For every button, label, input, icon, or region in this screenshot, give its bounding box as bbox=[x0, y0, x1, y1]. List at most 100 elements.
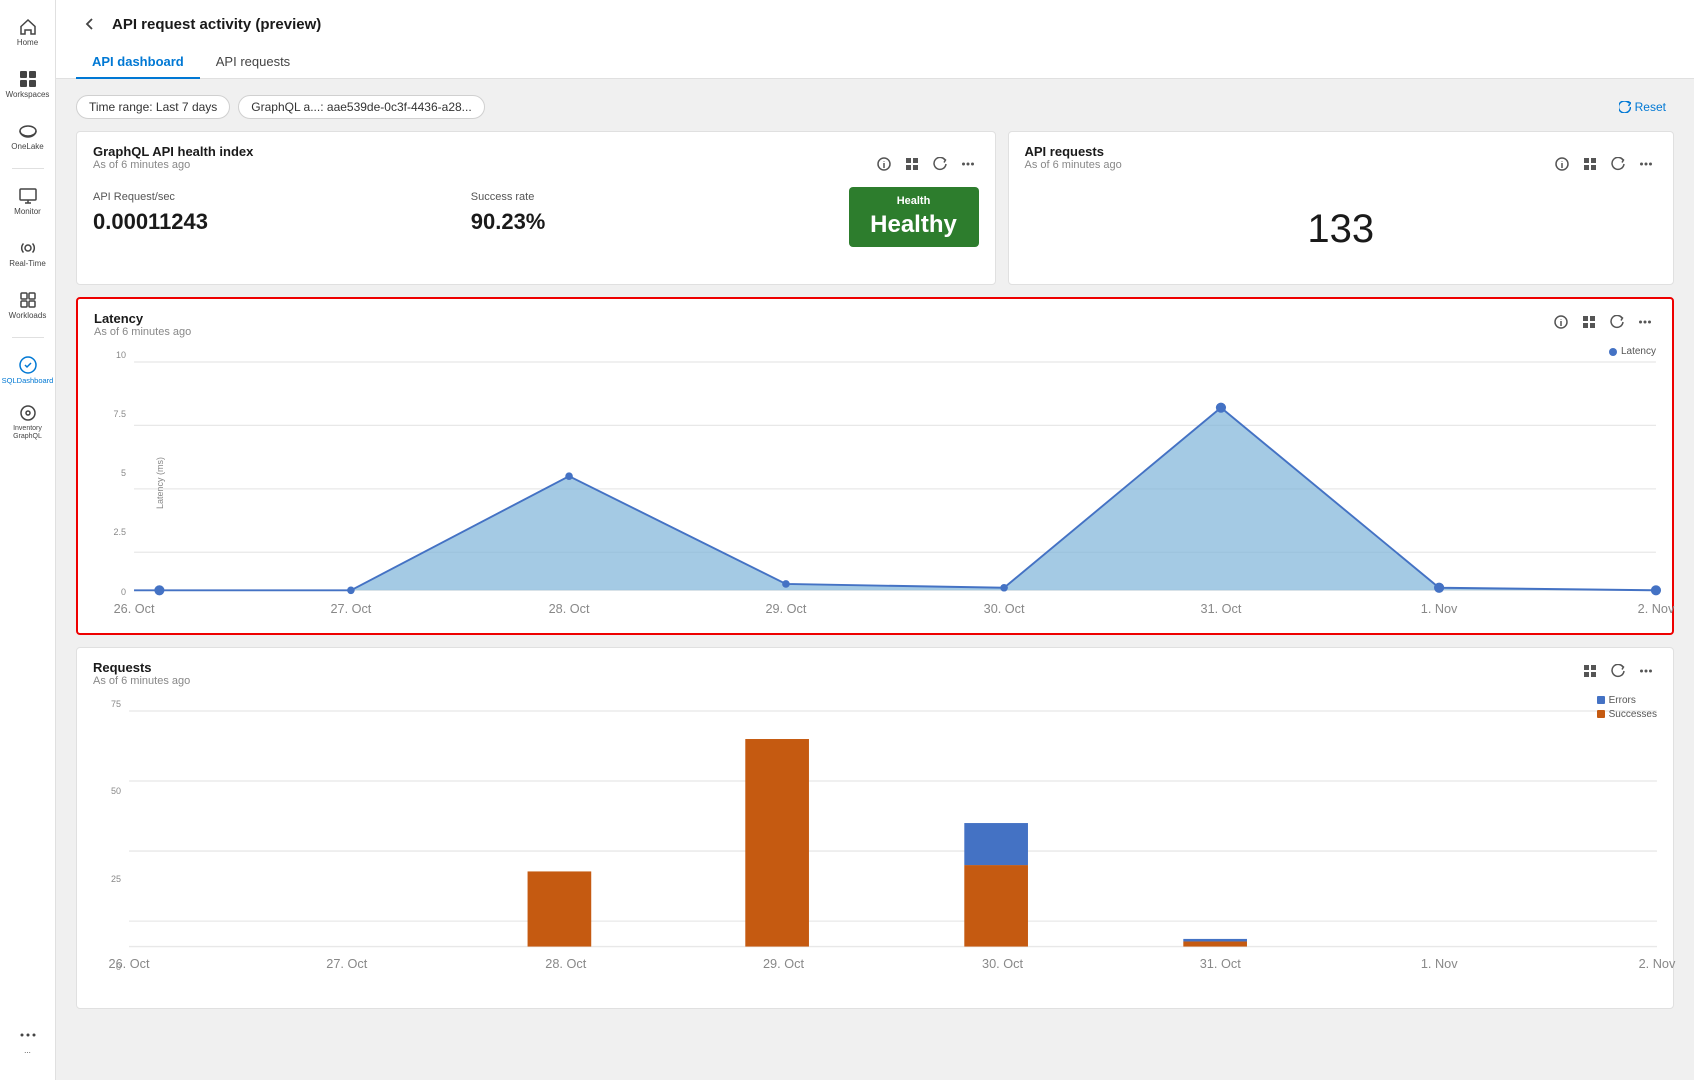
requests-svg-chart: 26. Oct 27. Oct 28. Oct 29. Oct 30. Oct … bbox=[129, 711, 1657, 991]
bar-29oct-successes bbox=[745, 739, 809, 947]
req-y-50: 50 bbox=[111, 786, 121, 796]
latency-svg-chart: 26. Oct 27. Oct 28. Oct 29. Oct 30. Oct … bbox=[134, 362, 1656, 616]
sidebar-item-realtime[interactable]: Real-Time bbox=[4, 229, 52, 277]
api-requests-title-group: API requests As of 6 minutes ago bbox=[1025, 144, 1122, 183]
metric-success-rate: Success rate 90.23% bbox=[471, 187, 849, 247]
health-card-title: GraphQL API health index bbox=[93, 144, 253, 159]
tab-api-requests[interactable]: API requests bbox=[200, 46, 306, 79]
req-y-75: 75 bbox=[111, 699, 121, 709]
latency-chart-wrap: 10 7.5 5 2.5 0 Latency bbox=[94, 346, 1656, 621]
tab-api-dashboard[interactable]: API dashboard bbox=[76, 46, 200, 79]
requests-grid-button[interactable] bbox=[1579, 660, 1601, 682]
requests-chart-wrap: 75 50 25 0 Errors Successes bbox=[93, 695, 1657, 996]
latency-refresh-button[interactable] bbox=[1606, 311, 1628, 333]
bar-30oct-errors bbox=[964, 823, 1028, 865]
latency-chart-inner: Latency bbox=[126, 346, 1656, 621]
api-refresh-button[interactable] bbox=[1607, 153, 1629, 175]
api-requests-card: API requests As of 6 minutes ago bbox=[1008, 131, 1675, 285]
requests-legend: Errors Successes bbox=[1597, 695, 1657, 720]
sidebar-item-more[interactable]: ... bbox=[4, 1016, 52, 1064]
svg-text:1. Nov: 1. Nov bbox=[1421, 956, 1458, 971]
health-card-header: GraphQL API health index As of 6 minutes… bbox=[93, 144, 979, 183]
requests-legend-errors: Errors bbox=[1597, 695, 1657, 706]
svg-text:29. Oct: 29. Oct bbox=[763, 956, 804, 971]
requests-chart-header: Requests As of 6 minutes ago bbox=[93, 660, 1657, 687]
health-badge: Health Healthy bbox=[849, 187, 979, 247]
latency-title-group: Latency As of 6 minutes ago bbox=[94, 311, 191, 338]
latency-legend-dot bbox=[1609, 348, 1617, 356]
bar-28oct-successes bbox=[528, 871, 592, 946]
requests-legend-successes: Successes bbox=[1597, 709, 1657, 720]
requests-title-group: Requests As of 6 minutes ago bbox=[93, 660, 190, 687]
svg-text:26. Oct: 26. Oct bbox=[114, 602, 155, 616]
reset-button[interactable]: Reset bbox=[1611, 96, 1674, 118]
latency-more-button[interactable] bbox=[1634, 311, 1656, 333]
latency-info-button[interactable] bbox=[1550, 311, 1572, 333]
sidebar: Home Workspaces OneLake Monitor Real-Tim… bbox=[0, 0, 56, 1080]
content-area: Time range: Last 7 days GraphQL a...: aa… bbox=[56, 79, 1694, 1080]
requests-more-button[interactable] bbox=[1635, 660, 1657, 682]
sidebar-item-home[interactable]: Home bbox=[4, 8, 52, 56]
health-refresh-button[interactable] bbox=[929, 153, 951, 175]
cards-row: GraphQL API health index As of 6 minutes… bbox=[76, 131, 1674, 285]
api-info-button[interactable] bbox=[1551, 153, 1573, 175]
sidebar-item-inventorygraphql[interactable]: Inventory GraphQL bbox=[4, 398, 52, 446]
api-requests-value: 133 bbox=[1025, 187, 1658, 272]
y-tick-25: 2.5 bbox=[113, 527, 126, 537]
health-card-actions bbox=[873, 153, 979, 175]
bar-31oct-successes bbox=[1183, 941, 1247, 946]
api-requests-subtitle: As of 6 minutes ago bbox=[1025, 159, 1122, 171]
requests-chart-actions bbox=[1579, 660, 1657, 682]
errors-legend-square bbox=[1597, 696, 1605, 704]
sidebar-item-onelake[interactable]: OneLake bbox=[4, 112, 52, 160]
filter-bar: Time range: Last 7 days GraphQL a...: aa… bbox=[76, 95, 1674, 119]
graphql-filter[interactable]: GraphQL a...: aae539de-0c3f-4436-a28... bbox=[238, 95, 484, 119]
api-more-button[interactable] bbox=[1635, 153, 1657, 175]
page-title: API request activity (preview) bbox=[112, 16, 321, 33]
time-range-filter[interactable]: Time range: Last 7 days bbox=[76, 95, 230, 119]
svg-text:1. Nov: 1. Nov bbox=[1421, 602, 1458, 616]
bar-31oct-errors bbox=[1183, 939, 1247, 942]
sidebar-item-sqldashboard[interactable]: SQLDashboard bbox=[4, 346, 52, 394]
main-content: API request activity (preview) API dashb… bbox=[56, 0, 1694, 1080]
req-y-25: 25 bbox=[111, 874, 121, 884]
health-index-card: GraphQL API health index As of 6 minutes… bbox=[76, 131, 996, 285]
sidebar-divider-1 bbox=[12, 168, 44, 169]
requests-refresh-button[interactable] bbox=[1607, 660, 1629, 682]
requests-chart-inner: Errors Successes bbox=[121, 695, 1657, 996]
latency-chart-actions bbox=[1550, 311, 1656, 333]
svg-text:27. Oct: 27. Oct bbox=[326, 956, 367, 971]
health-grid-button[interactable] bbox=[901, 153, 923, 175]
svg-text:28. Oct: 28. Oct bbox=[545, 956, 586, 971]
health-card-title-group: GraphQL API health index As of 6 minutes… bbox=[93, 144, 253, 183]
api-requests-card-header: API requests As of 6 minutes ago bbox=[1025, 144, 1658, 183]
requests-chart-panel: Requests As of 6 minutes ago bbox=[76, 647, 1674, 1009]
svg-text:28. Oct: 28. Oct bbox=[549, 602, 590, 616]
svg-text:31. Oct: 31. Oct bbox=[1201, 602, 1242, 616]
topbar: API request activity (preview) API dashb… bbox=[56, 0, 1694, 79]
tabs: API dashboard API requests bbox=[76, 46, 1674, 78]
health-more-button[interactable] bbox=[957, 153, 979, 175]
latency-chart-header: Latency As of 6 minutes ago bbox=[94, 311, 1656, 338]
svg-text:30. Oct: 30. Oct bbox=[982, 956, 1023, 971]
api-requests-title: API requests bbox=[1025, 144, 1122, 159]
health-card-subtitle: As of 6 minutes ago bbox=[93, 159, 253, 171]
api-grid-button[interactable] bbox=[1579, 153, 1601, 175]
sidebar-item-monitor[interactable]: Monitor bbox=[4, 177, 52, 225]
y-tick-10: 10 bbox=[116, 350, 126, 360]
latency-chart-panel: Latency As of 6 minutes ago bbox=[76, 297, 1674, 635]
sidebar-item-workloads[interactable]: Workloads bbox=[4, 281, 52, 329]
topbar-title-row: API request activity (preview) bbox=[76, 10, 1674, 38]
latency-grid-button[interactable] bbox=[1578, 311, 1600, 333]
metric-request-sec: API Request/sec 0.00011243 bbox=[93, 187, 471, 247]
svg-text:27. Oct: 27. Oct bbox=[330, 602, 371, 616]
svg-text:30. Oct: 30. Oct bbox=[984, 602, 1025, 616]
sidebar-item-workspaces[interactable]: Workspaces bbox=[4, 60, 52, 108]
successes-legend-square bbox=[1597, 710, 1605, 718]
health-info-button[interactable] bbox=[873, 153, 895, 175]
back-button[interactable] bbox=[76, 10, 104, 38]
latency-legend: Latency bbox=[1609, 346, 1656, 357]
svg-text:2. Nov: 2. Nov bbox=[1639, 956, 1676, 971]
bar-30oct-successes bbox=[964, 865, 1028, 946]
api-requests-card-actions bbox=[1551, 153, 1657, 175]
